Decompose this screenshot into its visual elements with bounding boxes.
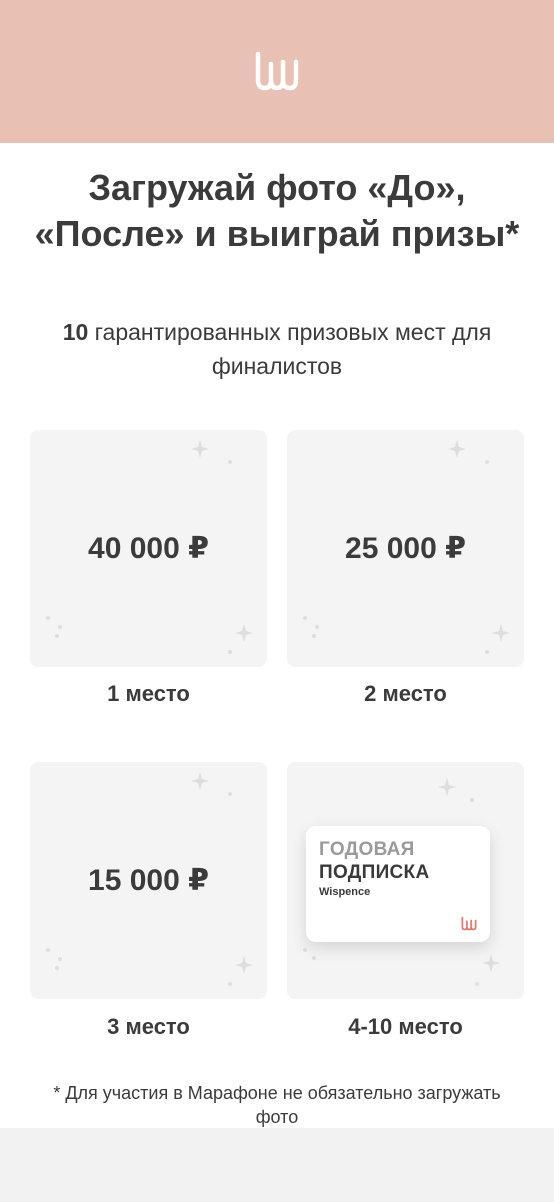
page-title: Загружай фото «До», «После» и выиграй пр…	[34, 167, 520, 254]
prize-amount: 15 000 ₽	[88, 864, 209, 897]
prize-card-2: 25 000 ₽	[287, 430, 524, 667]
footnote: * Для участия в Марафоне не обязательно …	[53, 1083, 501, 1127]
subtitle-text: гарантированных призовых мест для финали…	[88, 319, 492, 379]
prize-amount: 25 000 ₽	[345, 532, 466, 565]
prize-place-1: 1 место	[107, 681, 190, 706]
top-header	[0, 0, 554, 143]
prize-card-3: 15 000 ₽	[30, 762, 267, 999]
subscription-line2: ПОДПИСКА	[319, 862, 430, 883]
page-subtitle: 10 гарантированных призовых мест для фин…	[20, 315, 534, 383]
prize-count: 10	[62, 319, 89, 345]
prize-place-2: 2 место	[364, 681, 447, 706]
subscription-line1: ГОДОВАЯ	[319, 839, 415, 860]
prize-card-4: ГОДОВАЯ ПОДПИСКА Wispence	[287, 762, 524, 999]
prize-card-1: 40 000 ₽	[30, 430, 267, 667]
subscription-brand: Wispence	[319, 886, 371, 898]
prize-place-3: 3 место	[107, 1014, 190, 1039]
wispence-logo-icon	[461, 917, 477, 931]
subscription-card: ГОДОВАЯ ПОДПИСКА Wispence	[306, 826, 490, 942]
prize-place-4: 4-10 место	[348, 1014, 463, 1039]
wispence-logo-icon[interactable]	[254, 51, 300, 92]
prize-amount: 40 000 ₽	[88, 532, 209, 565]
main-content: Загружай фото «До», «После» и выиграй пр…	[0, 143, 554, 1128]
